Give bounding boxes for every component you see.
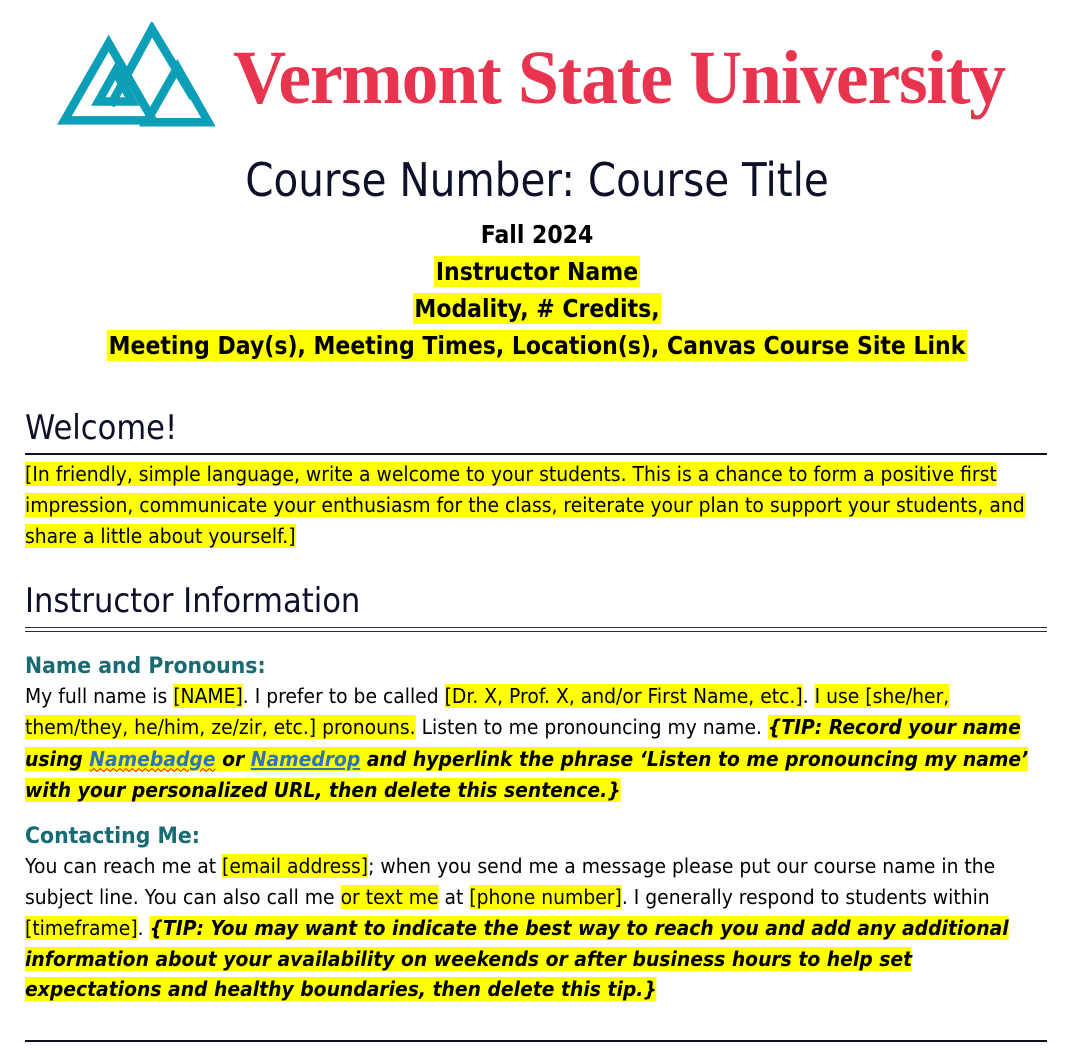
np-text-1: My full name is bbox=[25, 684, 174, 709]
cm-placeholder-email: [email address] bbox=[222, 854, 369, 879]
term-text: Fall 2024 bbox=[480, 219, 594, 249]
cm-text-1: You can reach me at bbox=[25, 854, 223, 879]
instructor-name-text: Instructor Name bbox=[434, 255, 640, 287]
vermont-state-university-mountains-logo bbox=[57, 22, 216, 127]
cm-text-3: at bbox=[438, 885, 470, 910]
cm-placeholder-timeframe: [timeframe] bbox=[25, 915, 138, 940]
np-text-4: Listen to me pronouncing my name. bbox=[415, 715, 768, 740]
meeting-info-text: Meeting Day(s), Meeting Times, Location(… bbox=[106, 329, 968, 361]
wordmark: Vermont State University bbox=[233, 36, 1006, 120]
page-bottom-divider bbox=[25, 1040, 1047, 1042]
page-title: Course Number: Course Title bbox=[245, 153, 829, 207]
instructor-information-section: Instructor Information Name and Pronouns… bbox=[25, 580, 1047, 1006]
name-and-pronouns-body: My full name is [NAME]. I prefer to be c… bbox=[25, 681, 1047, 806]
modality-credits-line: Modality, # Credits, bbox=[64, 290, 1009, 327]
welcome-body: [In friendly, simple language, write a w… bbox=[25, 459, 1047, 552]
np-tip-part-2: or bbox=[215, 746, 251, 771]
namebadge-link[interactable]: Namebadge bbox=[89, 746, 216, 771]
syllabus-page: Vermont State University Course Number: … bbox=[0, 0, 1074, 1050]
cm-text-4: . I generally respond to students within bbox=[621, 885, 990, 910]
instructor-name-line: Instructor Name bbox=[64, 253, 1009, 290]
welcome-body-text: [In friendly, simple language, write a w… bbox=[25, 462, 1025, 549]
course-meta-block: Fall 2024 Instructor Name Modality, # Cr… bbox=[0, 216, 1074, 364]
instructor-information-heading: Instructor Information bbox=[25, 580, 361, 621]
np-placeholder-name: [NAME] bbox=[173, 684, 243, 709]
welcome-divider bbox=[25, 453, 1047, 456]
term-line: Fall 2024 bbox=[64, 216, 1009, 253]
welcome-section: Welcome! [In friendly, simple language, … bbox=[25, 407, 1047, 553]
cm-text-5: . bbox=[137, 915, 150, 940]
meeting-info-line: Meeting Day(s), Meeting Times, Location(… bbox=[64, 327, 1009, 364]
cm-placeholder-phone: [phone number] bbox=[469, 885, 622, 910]
cm-highlight-or-text-me: or text me bbox=[340, 885, 439, 910]
name-and-pronouns-subheading: Name and Pronouns: bbox=[25, 653, 266, 679]
cm-tip: {TIP: You may want to indicate the best … bbox=[25, 915, 1009, 1002]
modality-credits-text: Modality, # Credits, bbox=[412, 292, 662, 324]
masthead: Vermont State University bbox=[0, 0, 1074, 134]
contacting-me-body: You can reach me at [email address]; whe… bbox=[25, 851, 1047, 1005]
instructor-information-divider bbox=[25, 626, 1047, 632]
contacting-me-subheading: Contacting Me: bbox=[25, 823, 200, 849]
namedrop-link[interactable]: Namedrop bbox=[250, 746, 361, 771]
np-text-3: . bbox=[802, 684, 815, 709]
np-text-2: . I prefer to be called bbox=[242, 684, 445, 709]
np-placeholder-preferred-name: [Dr. X, Prof. X, and/or First Name, etc.… bbox=[444, 684, 803, 709]
welcome-heading: Welcome! bbox=[25, 407, 178, 448]
